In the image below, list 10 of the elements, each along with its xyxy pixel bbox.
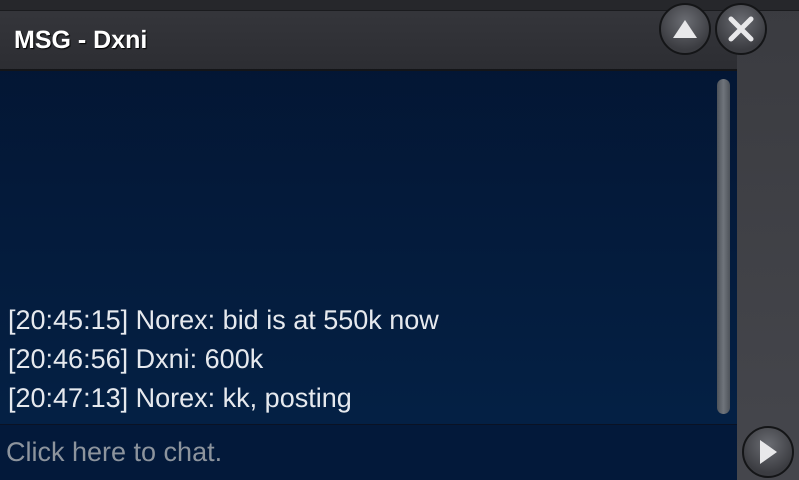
scrollbar-thumb[interactable] (716, 79, 730, 414)
chat-message: [20:46:56] Dxni: 600k (8, 343, 264, 376)
window-title: MSG - Dxni (14, 26, 148, 54)
close-icon (728, 16, 754, 42)
chat-message: [20:45:15] Norex: bid is at 550k now (8, 304, 440, 337)
play-arrow-icon (758, 439, 778, 465)
chat-message: [20:47:13] Norex: kk, posting (8, 382, 353, 415)
send-button[interactable] (742, 426, 794, 478)
up-arrow-icon (672, 19, 698, 39)
chat-input[interactable]: Click here to chat. (0, 424, 737, 480)
